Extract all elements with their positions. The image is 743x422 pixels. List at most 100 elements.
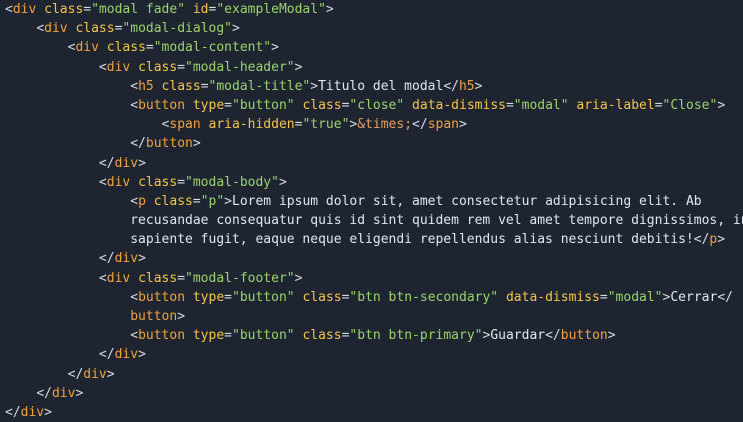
code-line[interactable]: <span aria-hidden="true">&times;</span> [0,115,743,134]
code-tag-name: div [114,251,139,267]
code-tag-name: button [138,289,186,305]
code-equals: = [192,193,201,209]
code-equals: = [654,97,663,113]
code-line[interactable]: button> [0,307,743,326]
code-string: "modal-dialog" [122,21,232,37]
code-punctuation: > [44,404,52,420]
code-punctuation: > [474,78,483,94]
code-text: Guardar [490,328,546,344]
code-line[interactable]: <div class="modal-header"> [0,58,743,77]
code-punctuation: </ [98,155,115,171]
code-line[interactable]: <button type="button" class="btn btn-pri… [0,326,743,345]
code-attribute: aria-label [576,97,655,113]
code-line[interactable]: </div> [0,249,743,268]
code-line[interactable]: </div> [0,384,743,403]
code-attribute: type [192,328,225,344]
code-line[interactable]: </div> [0,345,743,364]
code-tag-name: button [130,309,178,324]
code-punctuation: </ [98,251,115,267]
code-tag-name: button [145,136,193,152]
code-line[interactable]: <button type="button" class="close" data… [0,96,743,115]
code-string: "btn btn-secondary" [349,289,499,305]
code-attribute: type [192,97,225,113]
code-punctuation: > [310,78,319,94]
code-equals: = [177,174,186,190]
code-line[interactable]: <button type="button" class="btn btn-sec… [0,288,743,307]
code-line[interactable]: <h5 class="modal-title">Titulo del modal… [0,77,743,96]
code-line[interactable]: <p class="p">Lorem ipsum dolor sit, amet… [0,192,743,211]
code-tag-name: div [114,347,139,363]
code-line[interactable]: <div class="modal-body"> [0,173,743,192]
code-punctuation: </ [443,78,459,94]
code-punctuation: < [98,59,107,75]
code-punctuation: > [325,2,334,17]
code-attribute: data-dismiss [505,289,600,305]
code-punctuation: < [98,270,107,286]
code-equals: = [224,328,232,344]
code-line[interactable]: <div class="modal fade" id="exampleModal… [0,0,743,19]
code-string: "modal fade" [91,2,186,17]
code-punctuation: < [130,289,139,305]
code-punctuation: > [138,347,146,363]
code-string: "Close" [662,97,718,113]
code-attribute: id [192,2,209,17]
code-punctuation: </ [5,404,21,420]
code-string: "btn btn-primary" [349,328,483,344]
code-punctuation: > [459,117,467,133]
code-line[interactable]: </button> [0,134,743,153]
code-tag-name: div [106,174,131,190]
code-punctuation: < [130,193,139,209]
code-line[interactable]: <div class="modal-content"> [0,38,743,57]
code-equals: = [224,289,232,305]
code-string: "modal" [513,97,569,113]
code-tag-name: div [83,366,107,382]
code-line[interactable]: </div> [0,403,743,422]
code-line[interactable]: </div> [0,154,743,173]
code-line[interactable]: <div class="modal-dialog"> [0,19,743,38]
code-line[interactable]: <div class="modal-footer"> [0,269,743,288]
code-line[interactable]: recusandae consequatur quis id sint quid… [0,211,743,230]
code-equals: = [505,97,514,113]
code-punctuation: > [717,97,726,113]
code-punctuation: > [717,232,726,248]
code-tag-name: div [44,21,68,37]
code-attribute: class [106,40,146,56]
code-attribute: aria-hidden [208,117,295,133]
code-tag-name: h5 [458,78,475,94]
code-editor[interactable]: <div class="modal fade" id="exampleModal… [0,0,743,422]
code-text: Lorem ipsum dolor sit, amet consectetur … [232,193,702,209]
code-string: "modal-body" [185,174,279,190]
code-attribute: class [44,2,84,17]
code-line[interactable]: sapiente fugit, eaque neque eligendi rep… [0,230,743,249]
code-text: Titulo del modal [318,78,444,94]
code-attribute: class [138,270,178,286]
code-tag-name: div [20,404,45,420]
code-punctuation: </ [36,385,52,401]
code-equals: = [83,2,92,17]
code-string: "close" [349,97,405,113]
code-line[interactable]: </div> [0,365,743,384]
code-string: "exampleModal" [216,2,326,17]
